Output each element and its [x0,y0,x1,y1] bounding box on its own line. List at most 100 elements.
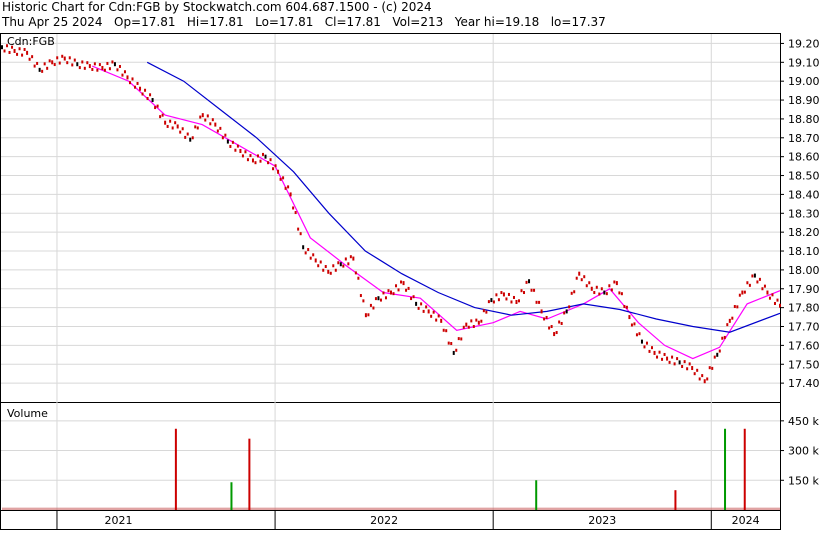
price-point [728,318,731,323]
price-tick-mark [33,64,36,68]
price-point [477,320,480,325]
price-tick-label: 19.20 [788,37,820,50]
price-tick-mark [304,251,307,255]
stock-chart: 19.20 19.10 19.00 18.90 18.80 18.70 18.60 18.50… [0,33,820,530]
price-tick-mark [141,92,144,96]
price-point [364,313,367,318]
price-tick-mark [530,288,533,292]
volume-baseline-bars [2,507,780,510]
price-tick-mark [91,67,94,71]
price-tick-mark [372,306,375,310]
volume-label: Volume [7,407,48,420]
price-point [666,356,669,361]
price-tick-mark [447,341,450,345]
price-tick-mark [768,296,771,300]
price-tick-mark [548,326,551,330]
price-point [327,269,330,274]
price-tick-mark [505,297,508,301]
price-tick-mark [322,268,325,272]
price-tick-mark [234,148,237,152]
volume-bar [248,438,251,510]
price-tick-mark [620,292,623,296]
price-tick-mark [259,159,262,163]
price-tick-mark [98,63,101,67]
price-tick-mark [231,140,234,144]
price-tick-mark [693,372,696,376]
price-tick-mark [671,355,674,359]
price-point [26,50,29,55]
price-tick-mark [575,276,578,280]
price-tick-mark [118,64,121,68]
year-label: 2023 [588,514,616,527]
price-point [540,309,543,314]
price-tick-mark [545,315,548,319]
price-point [766,290,769,295]
price-tick-mark [319,260,322,264]
price-point [38,67,41,72]
price-point [565,309,568,314]
price-tick-mark [425,305,428,309]
price-tick-mark [149,93,152,97]
price-tick-mark [673,362,676,366]
price-tick-mark [470,319,473,323]
price-tick-label: 17.80 [788,302,820,315]
price-tick-mark [344,257,347,261]
price-point [427,309,430,314]
price-point [101,65,104,70]
price-point [615,281,618,286]
price-tick-mark [246,158,249,162]
price-tick-mark [681,365,684,369]
price-tick-mark [701,374,704,378]
price-tick-mark [229,144,232,148]
volume-bar [230,482,233,510]
price-point [603,290,606,295]
price-tick-mark [136,81,139,85]
volume-bar [535,480,538,510]
price-tick-mark [111,60,114,64]
price-tick-mark [746,281,749,285]
price-tick-mark [706,377,709,381]
price-tick-mark [507,292,510,296]
price-tick-mark [721,336,724,340]
price-tick-mark [432,310,435,314]
price-tick-mark [392,292,395,296]
price-tick-mark [68,56,71,60]
price-tick-mark [41,69,44,73]
price-tick-mark [3,49,6,53]
price-tick-mark [598,292,601,296]
price-tick-mark [573,290,576,294]
price-tick-mark [583,275,586,279]
price-tick-mark [256,154,259,158]
price-tick-mark [241,154,244,158]
price-tick-mark [623,304,626,308]
price-point [239,149,242,154]
price-tick-mark [676,357,679,361]
year-label: 2021 [105,514,133,527]
price-tick-label: 17.40 [788,377,820,390]
price-tick-mark [751,274,754,278]
price-tick-mark [354,271,357,275]
price-tick-mark [379,298,382,302]
price-tick-mark [580,278,583,282]
price-tick-mark [467,325,470,329]
price-tick-label: 18.50 [788,170,820,183]
price-tick-mark [131,77,134,81]
volume-bar [674,490,677,510]
price-tick-mark [46,66,49,70]
price-tick-label: 17.60 [788,339,820,352]
price-tick-mark [520,289,523,293]
price-tick-mark [342,264,345,268]
price-tick-mark [81,60,84,64]
price-tick-mark [550,325,553,329]
volume-bar [724,428,727,510]
price-point [302,245,305,250]
price-point [113,62,116,67]
price-tick-mark [324,265,327,269]
price-tick-mark [686,367,689,371]
price-tick-mark [184,135,187,139]
price-tick-mark [523,291,526,295]
price-tick-mark [21,53,24,57]
price-tick-mark [144,88,147,92]
price-tick-mark [555,331,558,335]
price-point [151,98,154,103]
